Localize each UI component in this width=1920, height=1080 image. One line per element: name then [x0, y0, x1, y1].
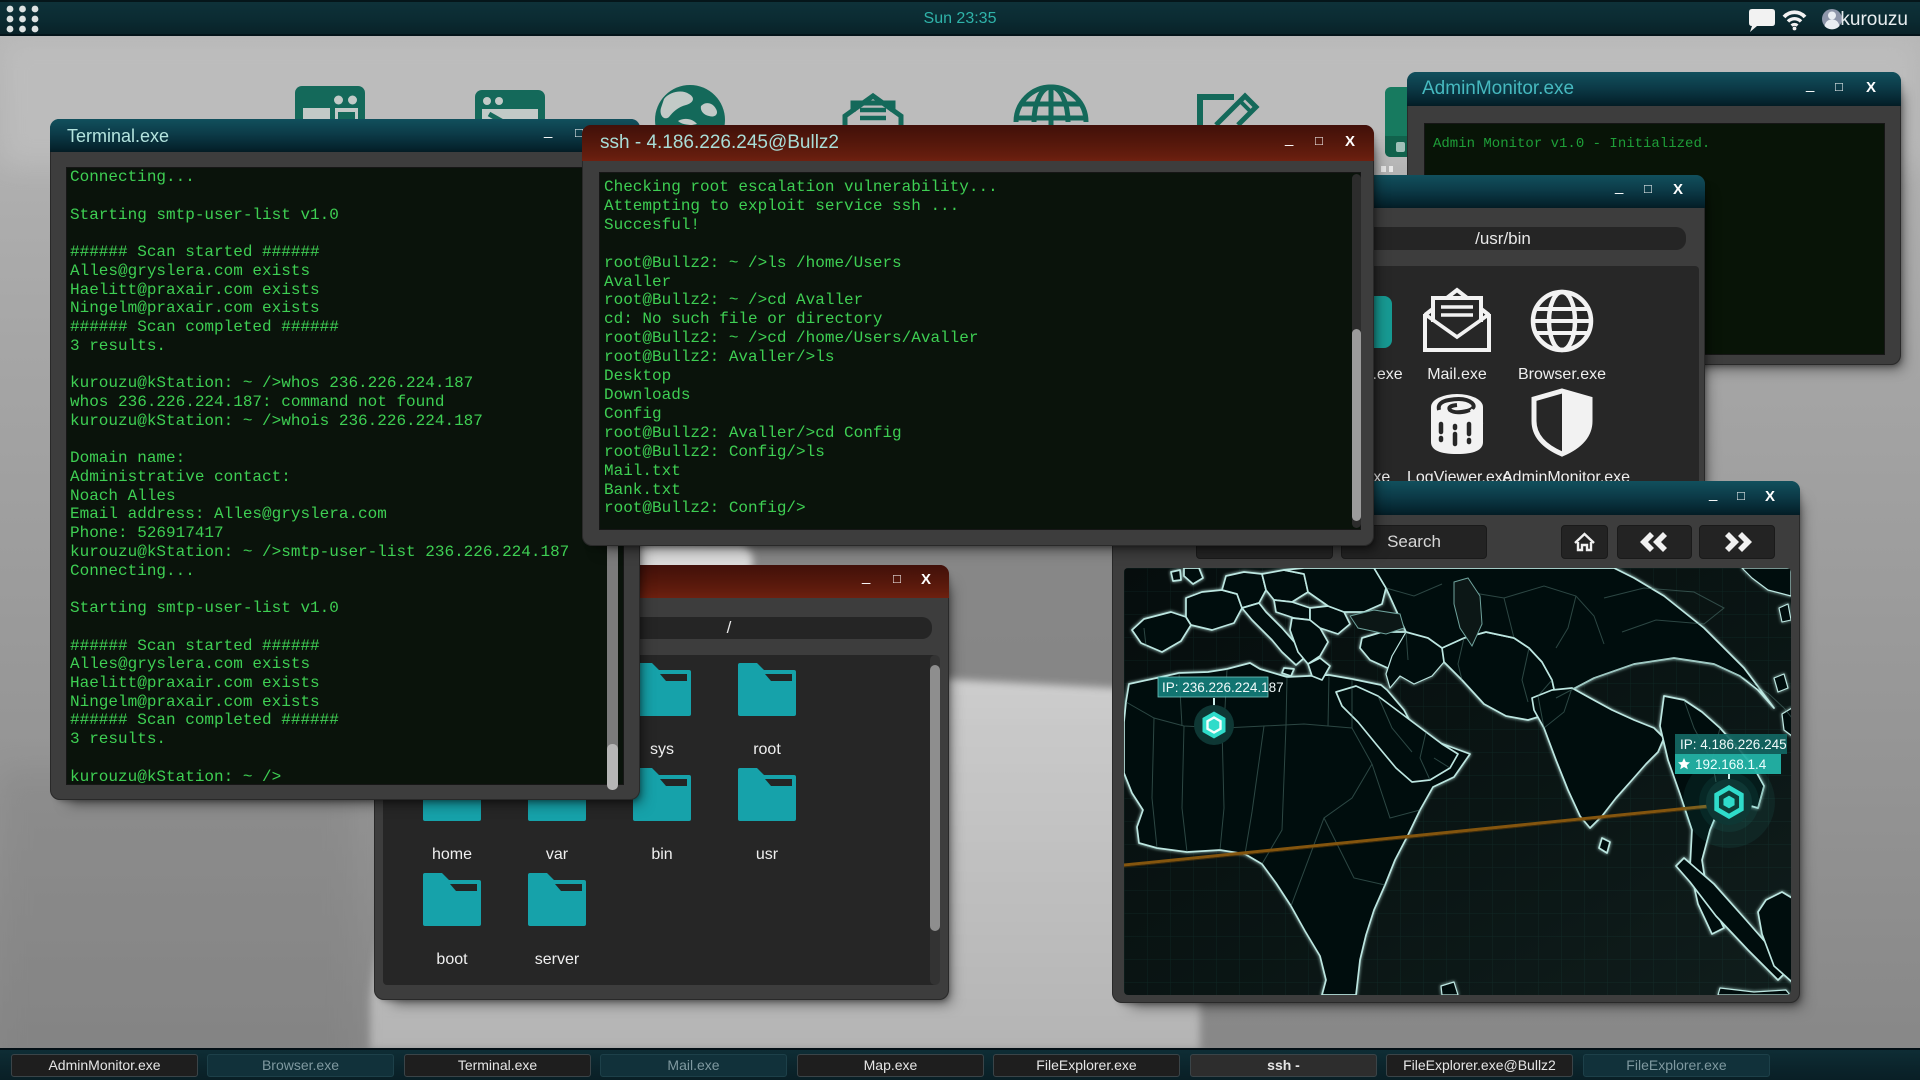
svg-text:192.168.1.4: 192.168.1.4	[1695, 757, 1767, 772]
svg-text:IP: 4.186.226.245: IP: 4.186.226.245	[1680, 737, 1787, 752]
svg-text:IP: 236.226.224.187: IP: 236.226.224.187	[1162, 680, 1284, 695]
